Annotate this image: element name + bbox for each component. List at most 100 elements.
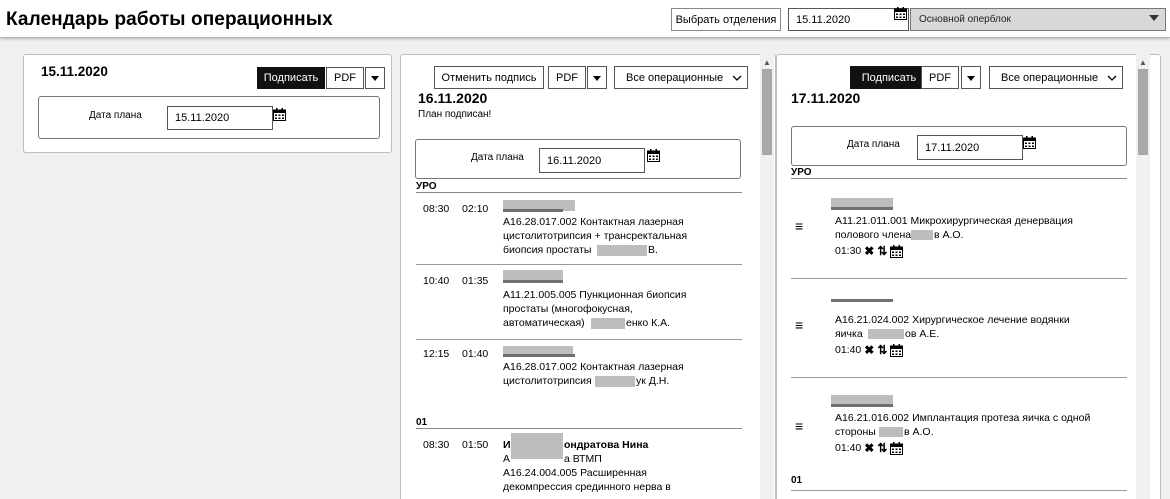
chevron-down-icon [1149,14,1159,25]
calendar-icon[interactable] [647,149,660,162]
section-header: 01 [416,417,742,429]
pdf-dropdown-button[interactable] [961,66,981,89]
day-column-17: Подписать PDF Все операционные 17.11.202… [776,54,1161,499]
operation-duration: 01:50 [462,439,489,451]
operation-line: В. [648,244,658,256]
plan-date-input[interactable]: 17.11.2020 [917,135,1023,160]
operation-duration: 01:35 [462,275,489,287]
operation-line: в А.О. [934,229,964,241]
pdf-button[interactable]: PDF [921,66,959,89]
date-input-value: 15.11.2020 [796,13,851,26]
operation-duration: 01:40 [462,348,489,360]
redacted-patient [831,299,893,302]
redacted-patient [503,280,563,283]
delete-icon[interactable]: ✖ [864,343,874,357]
operation-line: A16.28.017.002 Контактная лазерная [503,361,684,373]
operation-time: 12:15 [423,348,450,360]
scrollbar-thumb[interactable] [762,69,772,155]
operating-rooms-filter[interactable]: Все операционные [989,66,1123,89]
divider [791,377,1127,378]
operation-duration: 01:40 [835,442,862,454]
column-date: 15.11.2020 [41,64,108,79]
delete-icon[interactable]: ✖ [864,244,874,258]
operation-line: ук Д.Н. [636,375,670,387]
operation-line: енко К.А. [626,317,671,329]
chevron-down-icon [1107,73,1117,85]
select-departments-button[interactable]: Выбрать отделения [671,8,781,31]
redacted-surgeon [911,230,933,240]
divider [791,490,1127,491]
column-scrollbar[interactable]: ▲ [760,54,774,499]
drag-handle-icon[interactable]: ≡ [795,218,803,234]
calendar-icon[interactable] [890,244,904,258]
scroll-up-icon[interactable]: ▲ [1139,58,1147,67]
column-date: 16.11.2020 [418,90,488,106]
redacted-surgeon [597,245,647,256]
operating-rooms-filter-value: Все операционные [1001,71,1099,84]
plan-date-input-value: 17.11.2020 [925,141,980,154]
column-date: 17.11.2020 [791,90,861,106]
drag-handle-icon[interactable]: ≡ [795,418,803,434]
caret-down-icon [967,72,975,84]
pdf-dropdown-button[interactable] [365,67,385,89]
operating-block-select[interactable]: Основной оперблок [910,8,1166,31]
operation-duration: 02:10 [462,203,489,215]
operation-line: декомпрессия срединного нерва в [503,481,671,493]
delete-icon[interactable]: ✖ [864,441,874,455]
operation-duration: 01:40 [835,344,862,356]
redacted-patient [831,404,893,407]
operation-line: в А.О. [904,426,934,438]
drag-handle-icon[interactable]: ≡ [795,317,803,333]
date-input[interactable]: 15.11.2020 [788,8,909,31]
operation-line: А [503,453,511,465]
calendar-icon[interactable] [890,441,904,455]
column-scrollbar[interactable]: ▲ [1136,54,1150,499]
redacted-surgeon [591,318,625,329]
calendar-icon[interactable] [890,343,904,357]
redacted-patient [831,207,893,210]
cancel-sign-button[interactable]: Отменить подпись [434,66,544,89]
redacted-patient [511,433,563,459]
section-header: УРО [416,181,742,193]
pdf-button[interactable]: PDF [548,66,586,89]
calendar-icon[interactable] [1023,136,1036,149]
operation-line: ов А.Е. [905,328,940,340]
pdf-dropdown-button[interactable] [587,66,607,89]
plan-date-input[interactable]: 16.11.2020 [539,148,645,173]
patient-name: ондратова Нина [564,439,649,451]
operation-actions: 01:30 ✖ ⇅ [835,244,904,258]
scroll-up-icon[interactable]: ▲ [763,58,771,67]
operating-block-select-value: Основной оперблок [919,14,1011,25]
operation-time: 10:40 [423,275,450,287]
operation-actions: 01:40 ✖ ⇅ [835,343,904,357]
operation-time: 08:30 [423,203,450,215]
divider [416,339,742,340]
redacted-surgeon [879,427,903,437]
operation-actions: 01:40 ✖ ⇅ [835,441,904,455]
reorder-icon[interactable]: ⇅ [877,441,887,455]
operation-duration: 01:30 [835,245,862,257]
chevron-down-icon [732,73,742,85]
operating-rooms-filter[interactable]: Все операционные [614,66,748,89]
operation-line: A16.28.017.002 Контактная лазерная [503,216,684,228]
plan-date-label: Дата плана [89,110,142,121]
plan-date-input[interactable]: 15.11.2020 [167,106,273,130]
page-title: Календарь работы операционных [6,9,333,30]
pdf-button[interactable]: PDF [326,67,364,89]
operation-line: цистолитотрипсия [503,375,592,387]
reorder-icon[interactable]: ⇅ [877,244,887,258]
plan-date-box: Дата плана 16.11.2020 [415,139,741,179]
reorder-icon[interactable]: ⇅ [877,343,887,357]
calendar-icon[interactable] [894,7,907,20]
sign-button[interactable]: Подписать [850,66,928,89]
calendar-icon[interactable] [273,108,286,121]
plan-date-input-value: 16.11.2020 [547,154,602,167]
day-column-16: Отменить подпись PDF Все операционные 16… [400,54,776,499]
top-bar: Календарь работы операционных Выбрать от… [0,0,1170,38]
operation-line: цистолитотрипсия + трансректальная [503,230,688,242]
divider [416,264,742,265]
scrollbar-thumb[interactable] [1138,69,1148,155]
plan-date-box: Дата плана 17.11.2020 [791,126,1127,166]
operation-line: A16.21.016.002 Имплантация протеза яичка… [835,412,1091,424]
sign-button[interactable]: Подписать [257,67,325,89]
